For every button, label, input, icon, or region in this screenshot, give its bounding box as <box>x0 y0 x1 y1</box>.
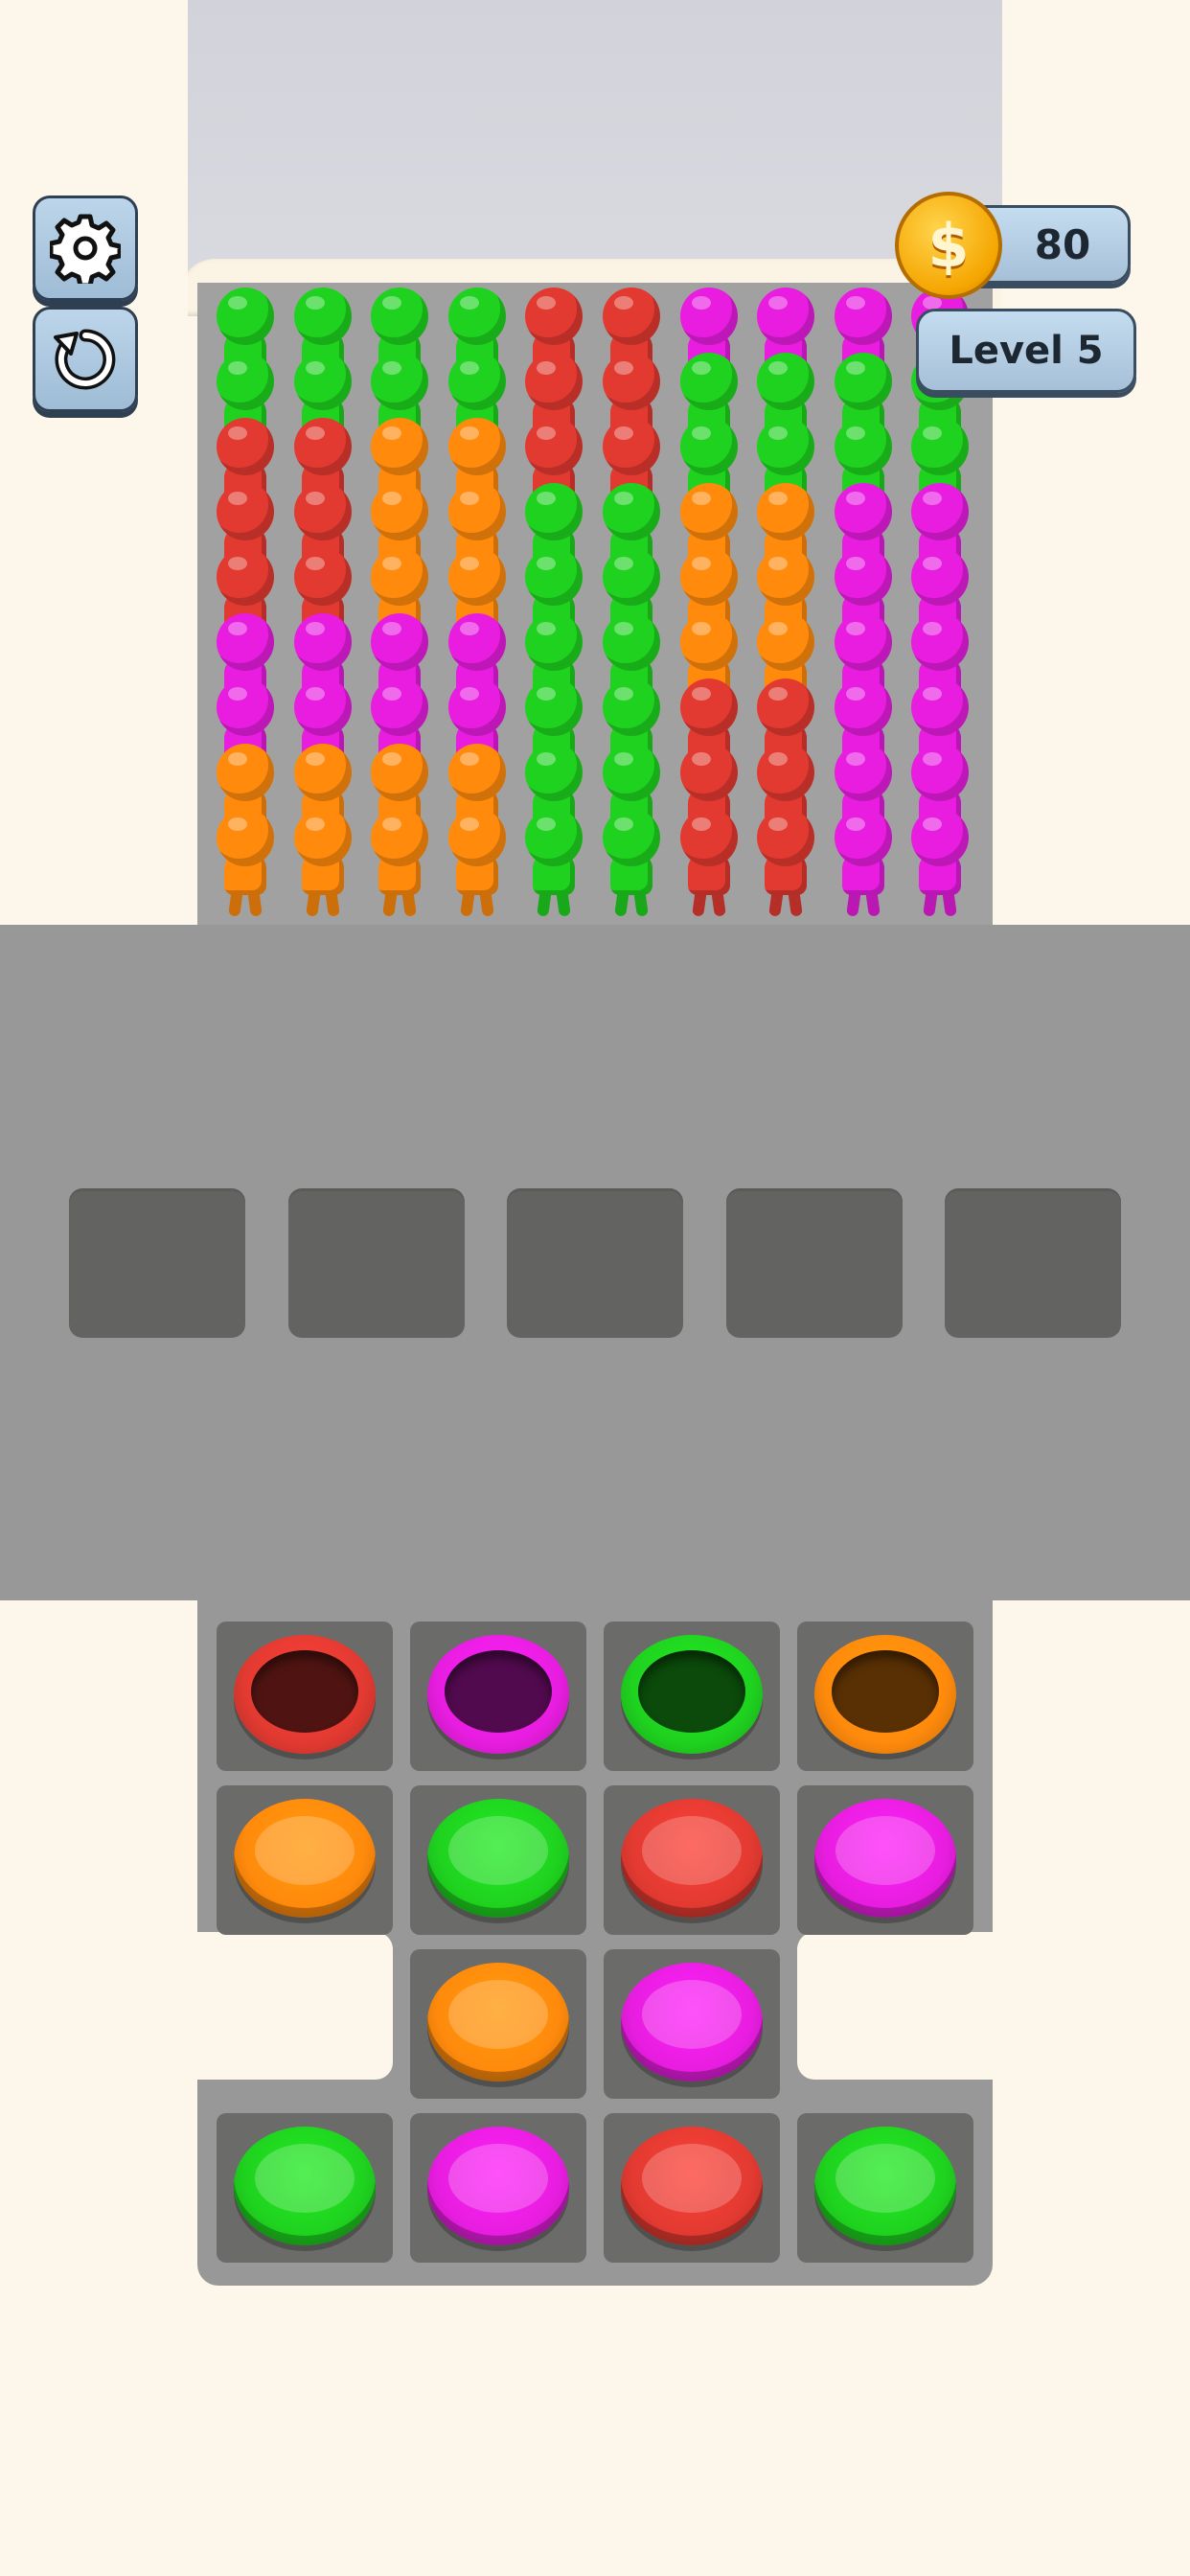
magenta-button[interactable] <box>621 1963 763 2082</box>
crowd-person-green <box>599 809 664 917</box>
coin-count: 80 <box>1034 220 1091 268</box>
board-cell <box>604 1949 780 2099</box>
board-notch-right <box>797 1932 993 2080</box>
board-cell <box>604 1622 780 1771</box>
magenta-button[interactable] <box>814 1799 956 1918</box>
crowd-person-red <box>753 809 818 917</box>
level-badge: Level 5 <box>916 309 1136 393</box>
left-shoulder <box>0 1602 197 2576</box>
red-button[interactable] <box>621 1799 763 1918</box>
crowd-person-orange <box>213 809 278 917</box>
green-button[interactable] <box>234 2127 376 2245</box>
crowd-person-red <box>676 809 742 917</box>
magenta-ring-hole <box>427 1635 569 1754</box>
board-cell <box>410 1622 586 1771</box>
orange-ring-hole <box>814 1635 956 1754</box>
board-cell <box>410 2113 586 2263</box>
queue-slot <box>507 1188 683 1338</box>
restart-icon <box>54 329 116 390</box>
top-right-shoulder <box>1002 0 1190 925</box>
board-cell <box>410 1785 586 1935</box>
orange-button[interactable] <box>234 1799 376 1918</box>
crowd-person-green <box>521 809 586 917</box>
board-cell <box>797 2113 973 2263</box>
level-label: Level 5 <box>949 329 1104 373</box>
board-cell <box>217 1785 393 1935</box>
crowd-person-magenta <box>907 809 973 917</box>
board-cell <box>797 1622 973 1771</box>
board-cell <box>217 2113 393 2263</box>
magenta-button[interactable] <box>427 2127 569 2245</box>
restart-button[interactable] <box>33 307 138 412</box>
orange-button[interactable] <box>427 1963 569 2082</box>
gear-icon <box>50 214 121 284</box>
crowd-chute <box>188 0 1002 288</box>
board-cell <box>217 1622 393 1771</box>
coin-symbol: $ <box>927 210 970 281</box>
board-cell <box>797 1785 973 1935</box>
board-notch-left <box>197 1932 393 2080</box>
right-shoulder <box>993 1602 1190 2576</box>
green-button[interactable] <box>427 1799 569 1918</box>
queue-slot <box>287 1188 465 1338</box>
settings-button[interactable] <box>33 196 138 301</box>
crowd-person-orange <box>367 809 432 917</box>
red-ring-hole <box>234 1635 376 1754</box>
top-left-shoulder <box>0 0 188 925</box>
coin-icon: $ <box>895 192 1002 299</box>
queue-slot <box>725 1188 903 1338</box>
red-button[interactable] <box>621 2127 763 2245</box>
crowd-person-magenta <box>831 809 896 917</box>
crowd-person-orange <box>290 809 355 917</box>
board-cell <box>604 1785 780 1935</box>
green-button[interactable] <box>814 2127 956 2245</box>
board-cell <box>410 1949 586 2099</box>
crowd-person-orange <box>445 809 510 917</box>
board-cell <box>604 2113 780 2263</box>
game-stage: 80 $ Level 5 <box>0 0 1190 2576</box>
green-ring-hole <box>621 1635 763 1754</box>
queue-slot <box>69 1188 245 1338</box>
queue-slot <box>945 1188 1121 1338</box>
